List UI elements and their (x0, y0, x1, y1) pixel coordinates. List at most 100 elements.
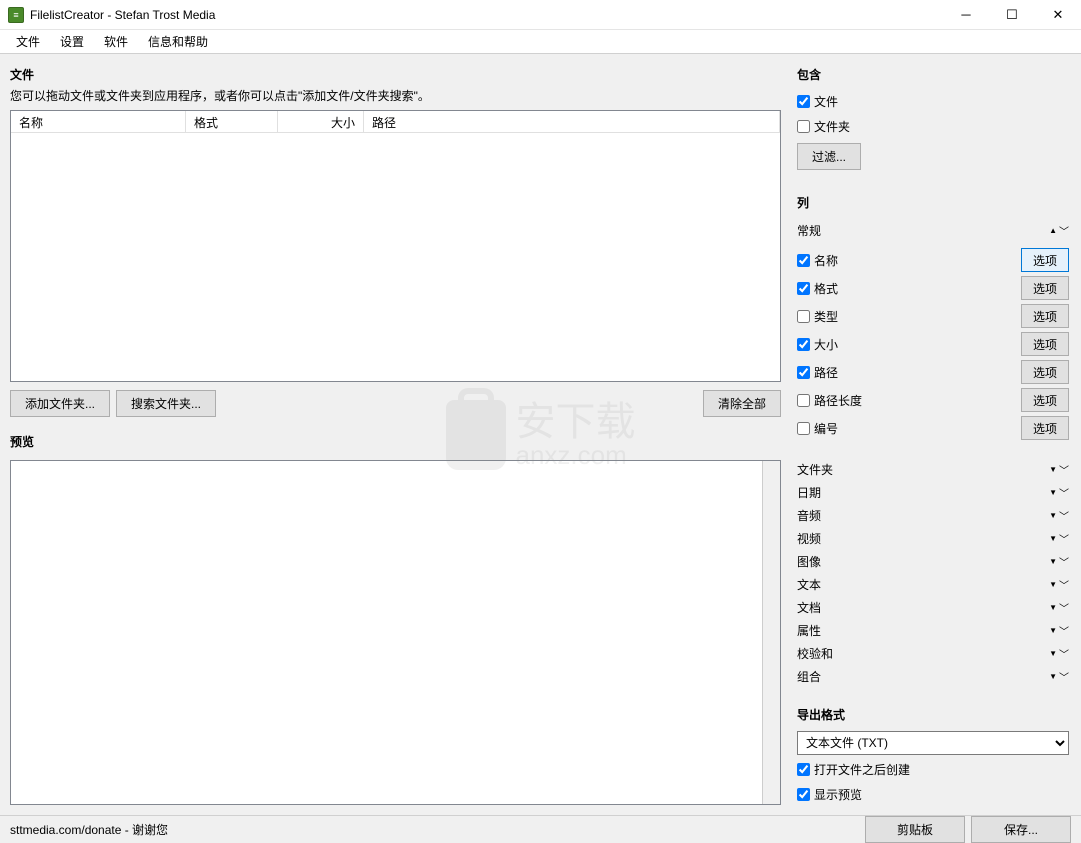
group-label: 校验和 (797, 645, 1049, 662)
chevron-down-icon: ﹀ (1059, 623, 1069, 638)
include-file-row[interactable]: 文件 (797, 91, 1069, 112)
column-checkbox[interactable] (797, 310, 810, 323)
files-hint: 您可以拖动文件或文件夹到应用程序，或者你可以点击"添加文件/文件夹搜索"。 (10, 87, 781, 104)
files-table[interactable]: 名称 格式 大小 路径 (10, 110, 781, 382)
chevron-down-icon: ﹀ (1059, 600, 1069, 615)
menu-settings[interactable]: 设置 (50, 30, 94, 53)
open-after-row[interactable]: 打开文件之后创建 (797, 759, 1069, 780)
show-preview-label: 显示预览 (814, 786, 862, 803)
chevron-down-icon: ﹀ (1059, 669, 1069, 684)
include-title: 包含 (797, 66, 1069, 83)
export-title: 导出格式 (797, 706, 1069, 723)
include-file-checkbox[interactable] (797, 95, 810, 108)
chevron-down-icon: ▼ (1049, 672, 1057, 681)
group-label: 文本 (797, 576, 1049, 593)
column-checkbox[interactable] (797, 366, 810, 379)
collapse-groups: 文件夹▼﹀日期▼﹀音频▼﹀视频▼﹀图像▼﹀文本▼﹀文档▼﹀属性▼﹀校验和▼﹀组合… (797, 458, 1069, 688)
group-label: 图像 (797, 553, 1049, 570)
collapse-group[interactable]: 文本▼﹀ (797, 573, 1069, 596)
right-pane: 包含 文件 文件夹 过滤... 列 常规 ▲﹀ 名称选项格式选项类型选项大小选项… (791, 54, 1081, 815)
column-option-button[interactable]: 选项 (1021, 416, 1069, 440)
chevron-down-icon: ﹀ (1059, 485, 1069, 500)
collapse-group[interactable]: 属性▼﹀ (797, 619, 1069, 642)
menu-software[interactable]: 软件 (94, 30, 138, 53)
column-option-button[interactable]: 选项 (1021, 388, 1069, 412)
group-label: 文件夹 (797, 461, 1049, 478)
titlebar: ≡ FilelistCreator - Stefan Trost Media ─… (0, 0, 1081, 30)
chevron-down-icon: ▼ (1049, 557, 1057, 566)
group-label: 视频 (797, 530, 1049, 547)
collapse-group[interactable]: 组合▼﹀ (797, 665, 1069, 688)
include-folder-row[interactable]: 文件夹 (797, 116, 1069, 137)
column-row: 编号 选项 (797, 414, 1069, 442)
chevron-down-icon: ▼ (1049, 534, 1057, 543)
collapse-group[interactable]: 文件夹▼﹀ (797, 458, 1069, 481)
chevron-down-icon: ﹀ (1059, 508, 1069, 523)
minimize-button[interactable]: ─ (943, 0, 989, 30)
collapse-group[interactable]: 日期▼﹀ (797, 481, 1069, 504)
column-checkbox[interactable] (797, 282, 810, 295)
column-items: 名称选项格式选项类型选项大小选项路径选项路径长度选项编号选项 (797, 246, 1069, 442)
column-checkbox[interactable] (797, 338, 810, 351)
clear-all-button[interactable]: 清除全部 (703, 390, 781, 417)
app-icon: ≡ (8, 7, 24, 23)
column-label: 格式 (814, 280, 838, 297)
chevron-down-icon: ﹀ (1059, 554, 1069, 569)
menubar: 文件 设置 软件 信息和帮助 (0, 30, 1081, 54)
export-format-select[interactable]: 文本文件 (TXT) (797, 731, 1069, 755)
collapse-group[interactable]: 文档▼﹀ (797, 596, 1069, 619)
files-section-title: 文件 (10, 66, 781, 83)
column-option-button[interactable]: 选项 (1021, 248, 1069, 272)
menu-info-help[interactable]: 信息和帮助 (138, 30, 218, 53)
column-label: 名称 (814, 252, 838, 269)
col-path[interactable]: 路径 (364, 111, 780, 132)
column-checkbox[interactable] (797, 394, 810, 407)
table-header: 名称 格式 大小 路径 (11, 111, 780, 133)
chevron-down-icon: ▼ (1049, 580, 1057, 589)
column-label: 编号 (814, 420, 838, 437)
filter-button[interactable]: 过滤... (797, 143, 861, 170)
collapse-group[interactable]: 音频▼﹀ (797, 504, 1069, 527)
group-general[interactable]: 常规 ▲﹀ (797, 219, 1069, 242)
collapse-group[interactable]: 视频▼﹀ (797, 527, 1069, 550)
maximize-button[interactable]: ☐ (989, 0, 1035, 30)
close-button[interactable]: ✕ (1035, 0, 1081, 30)
show-preview-row[interactable]: 显示预览 (797, 784, 1069, 805)
chevron-down-icon: ▼ (1049, 488, 1057, 497)
chevron-down-icon: ▼ (1049, 603, 1057, 612)
column-checkbox[interactable] (797, 254, 810, 267)
window-controls: ─ ☐ ✕ (943, 0, 1081, 30)
open-after-checkbox[interactable] (797, 763, 810, 776)
group-label: 组合 (797, 668, 1049, 685)
col-format[interactable]: 格式 (186, 111, 278, 132)
group-label: 文档 (797, 599, 1049, 616)
col-size[interactable]: 大小 (278, 111, 364, 132)
window-title: FilelistCreator - Stefan Trost Media (30, 8, 943, 22)
show-preview-checkbox[interactable] (797, 788, 810, 801)
search-folder-button[interactable]: 搜索文件夹... (116, 390, 216, 417)
collapse-group[interactable]: 校验和▼﹀ (797, 642, 1069, 665)
preview-section-title: 预览 (10, 433, 781, 450)
include-file-label: 文件 (814, 93, 838, 110)
chevron-down-icon: ▼ (1049, 511, 1057, 520)
collapse-group[interactable]: 图像▼﹀ (797, 550, 1069, 573)
add-folder-button[interactable]: 添加文件夹... (10, 390, 110, 417)
preview-area[interactable] (10, 460, 781, 805)
column-label: 类型 (814, 308, 838, 325)
include-folder-label: 文件夹 (814, 118, 850, 135)
col-name[interactable]: 名称 (11, 111, 186, 132)
chevron-down-icon: ﹀ (1059, 462, 1069, 477)
column-row: 类型 选项 (797, 302, 1069, 330)
column-checkbox[interactable] (797, 422, 810, 435)
include-folder-checkbox[interactable] (797, 120, 810, 133)
statusbar: sttmedia.com/donate - 谢谢您 剪贴板 保存... (0, 815, 1081, 843)
clipboard-button[interactable]: 剪贴板 (865, 816, 965, 843)
save-button[interactable]: 保存... (971, 816, 1071, 843)
column-option-button[interactable]: 选项 (1021, 304, 1069, 328)
column-option-button[interactable]: 选项 (1021, 360, 1069, 384)
column-row: 路径长度选项 (797, 386, 1069, 414)
column-option-button[interactable]: 选项 (1021, 276, 1069, 300)
menu-file[interactable]: 文件 (6, 30, 50, 53)
column-option-button[interactable]: 选项 (1021, 332, 1069, 356)
chevron-down-icon: ﹀ (1059, 531, 1069, 546)
